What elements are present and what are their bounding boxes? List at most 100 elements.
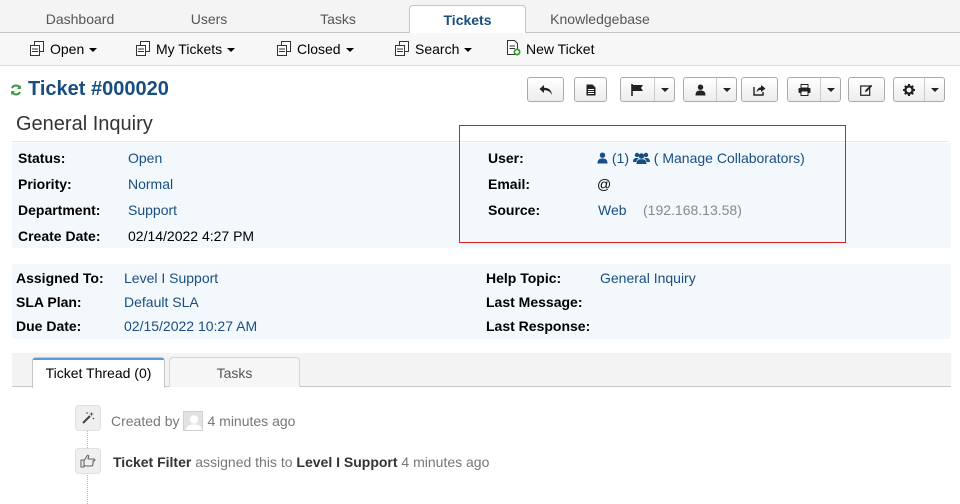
user-icon xyxy=(597,152,608,164)
thread-created-entry: Created by 4 minutes ago xyxy=(111,411,295,431)
sla-plan-label: SLA Plan: xyxy=(16,294,82,310)
chevron-down-icon xyxy=(930,87,939,92)
source-value: Web xyxy=(598,202,627,218)
chevron-down-icon xyxy=(345,48,354,52)
thread-tabs: Ticket Thread (0) Tasks xyxy=(12,353,951,388)
closed-label: Closed xyxy=(297,41,341,57)
closed-tickets-menu[interactable]: Closed xyxy=(277,33,354,66)
flag-icon xyxy=(631,83,644,96)
user-icon xyxy=(695,84,706,95)
refresh-icon[interactable] xyxy=(10,84,22,96)
avatar xyxy=(183,411,204,431)
status-value: Open xyxy=(128,150,163,166)
nav-tab-knowledgebase[interactable]: Knowledgebase xyxy=(534,5,666,33)
flag-dropdown[interactable] xyxy=(654,78,674,101)
print-button[interactable] xyxy=(787,77,841,102)
last-message-label: Last Message: xyxy=(486,294,583,310)
new-ticket-link[interactable]: New Ticket xyxy=(506,33,594,66)
ticket-subject: General Inquiry xyxy=(16,113,153,135)
flag-segment[interactable] xyxy=(621,78,654,101)
transfer-button[interactable] xyxy=(741,77,778,102)
thread-filter-entry: Ticket Filter assigned this to Level I S… xyxy=(113,454,489,470)
thread-event-filter xyxy=(75,448,101,474)
manage-collaborators-link[interactable]: ( Manage Collaborators) xyxy=(654,150,805,166)
settings-dropdown[interactable] xyxy=(924,78,944,101)
chevron-down-icon xyxy=(722,87,731,92)
user-count[interactable]: (1) xyxy=(612,150,629,166)
nav-tab-dashboard[interactable]: Dashboard xyxy=(20,5,140,33)
divider xyxy=(12,141,948,142)
new-document-icon xyxy=(507,40,521,56)
help-topic-label: Help Topic: xyxy=(486,270,562,286)
document-icon xyxy=(586,84,595,95)
department-label: Department: xyxy=(18,202,101,218)
open-tickets-menu[interactable]: Open xyxy=(30,33,98,66)
due-date-label: Due Date: xyxy=(16,318,82,334)
search-label: Search xyxy=(415,41,460,57)
reply-icon xyxy=(539,84,552,95)
email-label: Email: xyxy=(488,176,531,192)
reply-button[interactable] xyxy=(527,77,564,102)
print-segment[interactable] xyxy=(788,78,820,101)
nav-tab-tickets[interactable]: Tickets xyxy=(409,5,526,34)
created-time: 4 minutes ago xyxy=(207,413,296,429)
ticket-number-title[interactable]: Ticket #000020 xyxy=(10,76,169,102)
filter-action: assigned this to xyxy=(195,454,293,470)
help-topic-value: General Inquiry xyxy=(600,270,696,286)
tab-tasks[interactable]: Tasks xyxy=(169,357,300,387)
status-label: Status: xyxy=(18,150,66,166)
chevron-down-icon xyxy=(660,87,669,92)
main-nav: Dashboard Users Tasks Tickets Knowledgeb… xyxy=(0,0,960,34)
chevron-down-icon xyxy=(89,48,98,52)
gear-icon xyxy=(903,83,916,96)
print-dropdown[interactable] xyxy=(820,78,840,101)
create-date-value: 02/14/2022 4:27 PM xyxy=(128,228,255,244)
print-icon xyxy=(798,83,811,96)
assigned-to-value: Level I Support xyxy=(124,270,219,286)
flag-button[interactable] xyxy=(620,77,675,102)
edit-button[interactable] xyxy=(848,77,885,102)
ticket-number: Ticket #000020 xyxy=(28,78,169,100)
users-icon xyxy=(632,152,650,164)
hand-pointer-icon xyxy=(80,454,96,468)
thread-event-created xyxy=(75,405,101,431)
priority-value: Normal xyxy=(128,176,174,192)
open-label: Open xyxy=(50,41,85,57)
settings-segment[interactable] xyxy=(894,78,924,101)
edit-icon xyxy=(860,84,873,96)
copy-icon xyxy=(136,41,150,56)
assign-dropdown[interactable] xyxy=(716,78,736,101)
share-icon xyxy=(753,84,766,96)
filter-name: Ticket Filter xyxy=(113,454,192,470)
assign-segment[interactable] xyxy=(684,78,716,101)
my-tickets-label: My Tickets xyxy=(156,41,223,57)
nav-tab-tasks[interactable]: Tasks xyxy=(278,5,398,33)
settings-button[interactable] xyxy=(893,77,945,102)
my-tickets-menu[interactable]: My Tickets xyxy=(136,33,236,66)
last-response-label: Last Response: xyxy=(486,318,591,334)
chevron-down-icon xyxy=(464,48,473,52)
copy-icon xyxy=(395,41,409,56)
due-date-value: 02/15/2022 10:27 AM xyxy=(124,318,258,334)
chevron-down-icon xyxy=(826,87,835,92)
new-ticket-label: New Ticket xyxy=(526,41,595,57)
copy-icon xyxy=(277,41,291,56)
tab-ticket-thread[interactable]: Ticket Thread (0) xyxy=(32,357,165,388)
filter-time: 4 minutes ago xyxy=(401,454,490,470)
priority-label: Priority: xyxy=(18,176,72,192)
user-value[interactable]: (1) ( Manage Collaborators) xyxy=(597,150,805,166)
email-value: @ xyxy=(597,176,612,192)
assigned-to-label: Assigned To: xyxy=(16,270,104,286)
magic-wand-icon xyxy=(82,411,95,424)
nav-tab-users[interactable]: Users xyxy=(150,5,268,33)
source-label: Source: xyxy=(488,202,541,218)
document-button[interactable] xyxy=(574,77,607,102)
create-date-label: Create Date: xyxy=(18,228,101,244)
sla-plan-value: Default SLA xyxy=(124,294,199,310)
filter-target: Level I Support xyxy=(296,454,398,470)
search-menu[interactable]: Search xyxy=(395,33,473,66)
sub-nav: Open My Tickets Closed Search New Ticket xyxy=(0,33,960,66)
source-ip: (192.168.13.58) xyxy=(643,202,742,218)
copy-icon xyxy=(30,41,44,56)
assign-button[interactable] xyxy=(683,77,737,102)
